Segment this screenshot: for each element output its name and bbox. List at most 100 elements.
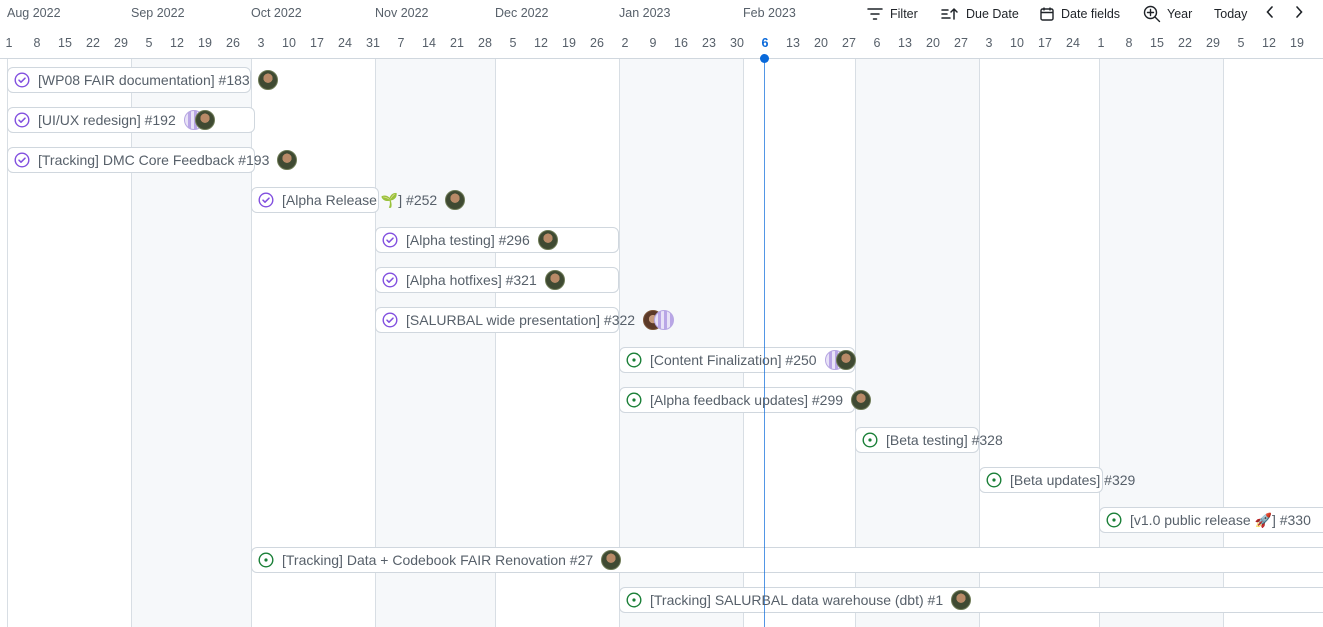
item-title: [SALURBAL wide presentation] #322 (406, 312, 636, 328)
assignee-avatar[interactable] (851, 390, 872, 410)
assignee-avatar[interactable] (194, 110, 215, 130)
open-status-icon (626, 592, 642, 608)
timeline-item[interactable]: [WP08 FAIR documentation] #183 (14, 67, 278, 93)
assignee-avatars (183, 110, 215, 130)
open-status-icon (986, 472, 1002, 488)
timeline-item[interactable]: [Alpha Release 🌱] #252 (258, 187, 466, 213)
assignee-avatar[interactable] (537, 230, 558, 250)
zoom-year-button[interactable]: Year (1143, 3, 1192, 25)
day-label: 26 (226, 36, 240, 50)
month-label: Feb 2023 (743, 6, 796, 20)
day-label: 27 (954, 36, 968, 50)
day-label: 3 (985, 36, 993, 50)
item-title: [Alpha testing] #296 (406, 232, 530, 248)
sort-due-date-button[interactable]: Due Date (940, 3, 1019, 25)
closed-status-icon (382, 312, 398, 328)
assignee-avatar[interactable] (277, 150, 298, 170)
day-label: 22 (86, 36, 100, 50)
item-title: [Beta updates] #329 (1010, 472, 1136, 488)
timeline-item[interactable]: [Beta updates] #329 (986, 467, 1135, 493)
timeline-item[interactable]: [Content Finalization] #250 (626, 347, 856, 373)
day-label: 29 (114, 36, 128, 50)
day-label: 5 (509, 36, 517, 50)
day-label: 29 (1206, 36, 1220, 50)
day-label: 27 (842, 36, 856, 50)
item-title: [UI/UX redesign] #192 (38, 112, 176, 128)
month-label: Aug 2022 (7, 6, 61, 20)
day-label: 1 (1097, 36, 1105, 50)
assignee-avatar[interactable] (445, 190, 466, 210)
item-title: [Tracking] Data + Codebook FAIR Renovati… (282, 552, 594, 568)
next-button[interactable] (1290, 5, 1308, 23)
timeline-item[interactable]: [Alpha hotfixes] #321 (382, 267, 565, 293)
closed-status-icon (382, 232, 398, 248)
today-day-label: 6 (761, 36, 769, 50)
day-label: 5 (1237, 36, 1245, 50)
day-label: 1 (5, 36, 13, 50)
timeline-item[interactable]: [v1.0 public release 🚀] #330 (1106, 507, 1311, 533)
filter-icon (866, 6, 884, 22)
assignee-avatar[interactable] (544, 270, 565, 290)
day-label: 12 (1262, 36, 1276, 50)
month-label: Jan 2023 (619, 6, 671, 20)
assignee-avatar[interactable] (257, 70, 278, 90)
day-label: 30 (730, 36, 744, 50)
assignee-avatar[interactable] (601, 550, 622, 570)
chevron-left-icon (1265, 5, 1275, 24)
day-label: 7 (397, 36, 405, 50)
month-label: Sep 2022 (131, 6, 185, 20)
timeline-item[interactable]: [Alpha testing] #296 (382, 227, 558, 253)
day-label: 31 (366, 36, 380, 50)
assignee-avatars (643, 310, 675, 330)
day-label: 10 (1010, 36, 1024, 50)
day-label: 19 (562, 36, 576, 50)
month-label: Nov 2022 (375, 6, 429, 20)
item-title: [Beta testing] #328 (886, 432, 1003, 448)
date-fields-button[interactable]: Date fields (1039, 3, 1120, 25)
day-label: 6 (873, 36, 881, 50)
today-button[interactable]: Today (1214, 3, 1247, 25)
timeline-item[interactable]: [Tracking] Data + Codebook FAIR Renovati… (258, 547, 622, 573)
day-label: 20 (926, 36, 940, 50)
sort-icon (940, 6, 960, 22)
timeline-item[interactable]: [Tracking] DMC Core Feedback #193 (14, 147, 298, 173)
sort-label: Due Date (966, 7, 1019, 21)
timeline-item[interactable]: [Tracking] SALURBAL data warehouse (dbt)… (626, 587, 972, 613)
item-title: [Tracking] DMC Core Feedback #193 (38, 152, 270, 168)
filter-label: Filter (890, 7, 918, 21)
open-status-icon (862, 432, 878, 448)
day-label: 13 (786, 36, 800, 50)
open-status-icon (626, 352, 642, 368)
open-status-icon (626, 392, 642, 408)
item-title: [Alpha Release 🌱] #252 (282, 191, 438, 208)
timeline-item[interactable]: [Alpha feedback updates] #299 (626, 387, 872, 413)
assignee-avatar[interactable] (835, 350, 856, 370)
timeline-item[interactable]: [Beta testing] #328 (862, 427, 1003, 453)
previous-button[interactable] (1261, 5, 1279, 23)
day-label: 5 (145, 36, 153, 50)
today-label: Today (1214, 7, 1248, 21)
closed-status-icon (382, 272, 398, 288)
day-label: 14 (422, 36, 436, 50)
assignee-avatar[interactable] (951, 590, 972, 610)
day-label: 8 (33, 36, 41, 50)
day-label: 9 (649, 36, 657, 50)
day-label: 24 (338, 36, 352, 50)
calendar-icon (1039, 6, 1055, 22)
today-marker-dot (760, 54, 769, 63)
assignee-avatar[interactable] (654, 310, 675, 330)
zoom-in-icon (1143, 5, 1161, 23)
day-label: 10 (282, 36, 296, 50)
day-label: 16 (674, 36, 688, 50)
timeline-item[interactable]: [SALURBAL wide presentation] #322 (382, 307, 675, 333)
day-label: 8 (1125, 36, 1133, 50)
item-title: [Alpha hotfixes] #321 (406, 272, 537, 288)
day-label: 26 (590, 36, 604, 50)
filter-button[interactable]: Filter (866, 3, 918, 25)
day-label: 23 (702, 36, 716, 50)
item-title: [Tracking] SALURBAL data warehouse (dbt)… (650, 592, 944, 608)
closed-status-icon (14, 72, 30, 88)
closed-status-icon (14, 112, 30, 128)
timeline-item[interactable]: [UI/UX redesign] #192 (14, 107, 215, 133)
today-marker-line (764, 59, 765, 627)
